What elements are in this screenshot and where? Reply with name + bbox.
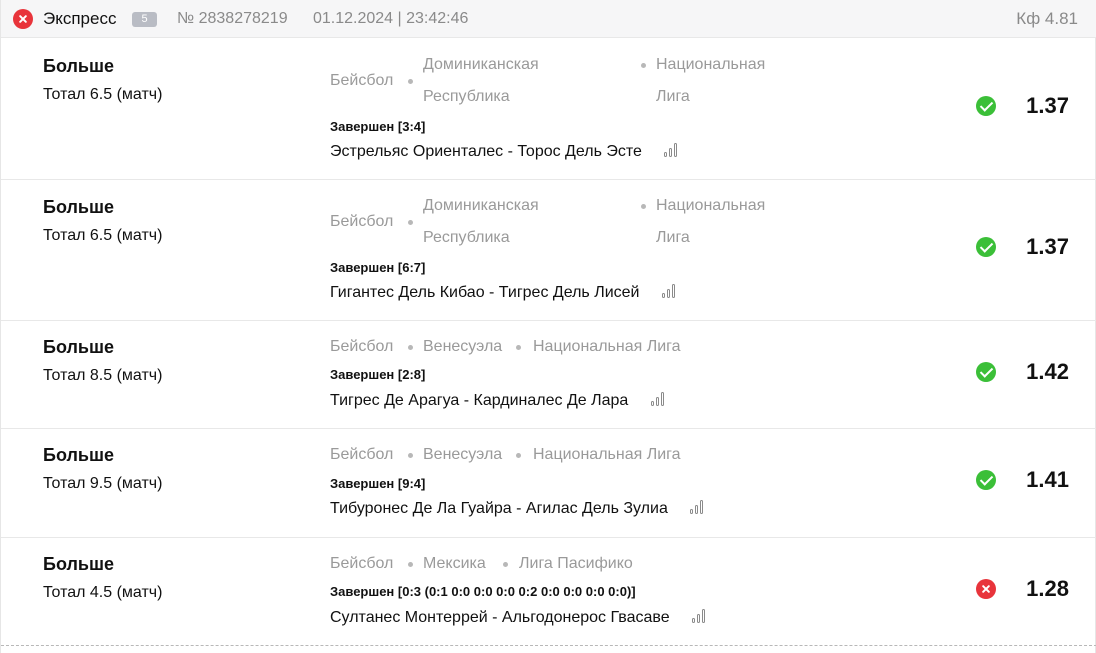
separator-dot	[641, 204, 646, 209]
event-status: Завершен [0:3 (0:1 0:0 0:0 0:0 0:2 0:0 0…	[330, 584, 636, 599]
sport-label: Бейсбол	[330, 72, 394, 89]
event-teams[interactable]: Гигантес Дель Кибао - Тигрес Дель Лисей	[330, 284, 678, 302]
event-teams[interactable]: Эстрельяс Ориенталес - Торос Дель Эсте	[330, 143, 680, 161]
bet-market: Тотал 8.5 (матч)	[43, 367, 163, 384]
event-status: Завершен [9:4]	[330, 476, 426, 491]
league-label: Национальная Лига	[533, 446, 681, 463]
bet-outcome: Больше	[43, 56, 114, 76]
bet-header[interactable]: Экспресс 5 № 2838278219 01.12.2024 | 23:…	[1, 0, 1096, 38]
separator-dot	[408, 562, 413, 567]
stats-icon[interactable]	[664, 143, 680, 157]
country-label-line2: Республика	[423, 229, 510, 246]
bet-number: № 2838278219	[177, 10, 288, 27]
sport-label: Бейсбол	[330, 213, 394, 230]
separator-dot	[408, 453, 413, 458]
sport-label: Бейсбол	[330, 338, 394, 355]
event-teams[interactable]: Тибуронес Де Ла Гуайра - Агилас Дель Зул…	[330, 500, 706, 518]
separator-dot	[516, 345, 521, 350]
stats-icon[interactable]	[661, 284, 678, 298]
win-icon	[976, 470, 996, 490]
stats-icon[interactable]	[690, 500, 706, 514]
bet-outcome: Больше	[43, 337, 114, 357]
event-status: Завершен [6:7]	[330, 260, 426, 275]
bet-row: Больше Тотал 4.5 (матч) Бейсбол Мексика …	[1, 538, 1096, 644]
event-teams[interactable]: Тигрес Де Арагуа - Кардиналес Де Лара	[330, 392, 667, 410]
separator-dot	[408, 220, 413, 225]
win-icon	[976, 96, 996, 116]
bet-market: Тотал 9.5 (матч)	[43, 475, 163, 492]
stats-icon[interactable]	[650, 392, 667, 406]
event-status: Завершен [2:8]	[330, 367, 426, 382]
event-status: Завершен [3:4]	[330, 119, 426, 134]
express-bet-card: Экспресс 5 № 2838278219 01.12.2024 | 23:…	[0, 0, 1096, 653]
separator-dot	[641, 63, 646, 68]
bet-market: Тотал 6.5 (матч)	[43, 227, 163, 244]
bet-row: Больше Тотал 9.5 (матч) Бейсбол Венесуэл…	[1, 429, 1096, 538]
win-icon	[976, 362, 996, 382]
separator-dot	[408, 345, 413, 350]
sport-label: Бейсбол	[330, 555, 394, 572]
bet-type-title: Экспресс	[43, 9, 117, 28]
bet-outcome: Больше	[43, 554, 114, 574]
country-label-line1: Доминиканская	[423, 56, 539, 73]
country-label: Венесуэла	[423, 446, 503, 463]
bet-odds: 1.28	[1026, 576, 1069, 601]
bet-odds: 1.41	[1026, 467, 1069, 492]
lost-status-icon	[13, 9, 33, 29]
bet-row: Больше Тотал 6.5 (матч) Бейсбол Доминика…	[1, 180, 1096, 321]
ticket-divider	[1, 645, 1096, 646]
bet-odds: 1.37	[1026, 93, 1069, 118]
teams-label: Султанес Монтеррей - Альгодонерос Гвасав…	[330, 609, 670, 626]
bet-datetime: 01.12.2024 | 23:42:46	[313, 10, 469, 27]
event-teams[interactable]: Султанес Монтеррей - Альгодонерос Гвасав…	[330, 609, 708, 627]
events-count-badge: 5	[132, 12, 157, 27]
country-label: Мексика	[423, 555, 486, 572]
bet-odds: 1.42	[1026, 359, 1069, 384]
teams-label: Эстрельяс Ориенталес - Торос Дель Эсте	[330, 143, 642, 160]
lose-icon	[976, 579, 996, 599]
bet-market: Тотал 6.5 (матч)	[43, 86, 163, 103]
league-label: Лига Пасифико	[519, 555, 633, 572]
bet-outcome: Больше	[43, 445, 114, 465]
teams-label: Гигантес Дель Кибао - Тигрес Дель Лисей	[330, 284, 640, 301]
separator-dot	[408, 79, 413, 84]
bet-market: Тотал 4.5 (матч)	[43, 584, 163, 601]
league-label-line2: Лига	[656, 88, 690, 105]
bet-outcome: Больше	[43, 197, 114, 217]
league-label-line1: Национальная	[656, 56, 766, 73]
league-label-line2: Лига	[656, 229, 690, 246]
win-icon	[976, 237, 996, 257]
country-label-line2: Республика	[423, 88, 510, 105]
bet-odds: 1.37	[1026, 234, 1069, 259]
country-label: Венесуэла	[423, 338, 503, 355]
sport-label: Бейсбол	[330, 446, 394, 463]
stats-icon[interactable]	[692, 609, 708, 623]
teams-label: Тигрес Де Арагуа - Кардиналес Де Лара	[330, 392, 629, 409]
teams-label: Тибуронес Де Ла Гуайра - Агилас Дель Зул…	[330, 500, 668, 517]
league-label: Национальная Лига	[533, 338, 681, 355]
separator-dot	[503, 562, 508, 567]
bet-row: Больше Тотал 8.5 (матч) Бейсбол Венесуэл…	[1, 321, 1096, 429]
bet-row: Больше Тотал 6.5 (матч) Бейсбол Доминика…	[1, 39, 1096, 180]
separator-dot	[516, 453, 521, 458]
league-label-line1: Национальная	[656, 197, 766, 214]
total-coefficient: Кф 4.81	[1016, 9, 1078, 28]
country-label-line1: Доминиканская	[423, 197, 539, 214]
